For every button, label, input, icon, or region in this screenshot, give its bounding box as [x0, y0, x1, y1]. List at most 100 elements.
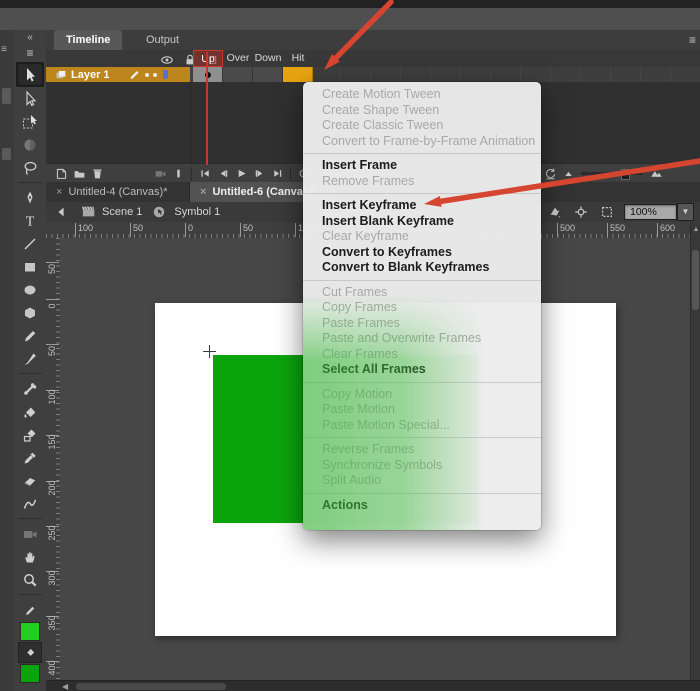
selection-tool[interactable] [16, 62, 44, 87]
lasso-tool[interactable] [17, 156, 43, 179]
menu-item-split-audio[interactable]: Split Audio [303, 473, 541, 489]
go-to-first-frame-button[interactable] [196, 166, 214, 182]
add-camera-button[interactable] [151, 166, 169, 182]
frame-label-up[interactable]: Up [193, 50, 223, 67]
tools-panel-menu-icon[interactable]: ≡ [26, 45, 33, 62]
hand-tool[interactable] [17, 545, 43, 568]
show-hide-all-layers-icon[interactable] [158, 52, 176, 68]
frame-label-down[interactable]: Down [253, 50, 283, 67]
eraser-tool[interactable] [17, 469, 43, 492]
reset-timeline-zoom-button[interactable] [541, 166, 559, 182]
zoom-tool[interactable] [17, 568, 43, 591]
pencil-tool[interactable] [17, 324, 43, 347]
collapsed-panel-icon[interactable] [2, 148, 11, 160]
brush-tool[interactable] [17, 347, 43, 370]
center-stage-button[interactable] [572, 204, 590, 220]
timeline-panel-menu-icon[interactable]: ≡ [689, 33, 696, 47]
play-button[interactable] [232, 166, 250, 182]
polystar-tool[interactable] [17, 301, 43, 324]
delete-layer-button[interactable] [88, 166, 106, 182]
layer-lock-dot[interactable] [153, 73, 157, 77]
go-to-last-frame-button[interactable] [268, 166, 286, 182]
vertical-scrollbar-thumb[interactable] [692, 250, 699, 310]
step-forward-button[interactable] [250, 166, 268, 182]
scroll-left-icon[interactable]: ◀ [62, 681, 68, 691]
gradient-transform-tool[interactable] [17, 133, 43, 156]
stroke-color-tool[interactable] [17, 598, 43, 621]
playhead-line[interactable] [206, 52, 208, 165]
insert-frame-marker-icon[interactable] [169, 166, 187, 182]
frame-cell-down[interactable] [253, 67, 283, 82]
oval-tool[interactable] [17, 278, 43, 301]
zoom-out-frames-icon[interactable] [559, 166, 577, 182]
horizontal-scrollbar-thumb[interactable] [76, 683, 226, 690]
zoom-level-dropdown-button[interactable]: ▼ [677, 203, 694, 221]
symbol-breadcrumb[interactable]: Symbol 1 [174, 206, 220, 218]
menu-item-actions[interactable]: Actions [303, 498, 541, 514]
frame-row[interactable] [190, 67, 700, 82]
paint-bucket-tool[interactable] [17, 400, 43, 423]
pen-tool[interactable] [17, 186, 43, 209]
menu-item-convert-to-keyframes[interactable]: Convert to Keyframes [303, 245, 541, 261]
fill-color-swatch[interactable] [20, 664, 40, 683]
document-tab-untitled-4[interactable]: ×Untitled-4 (Canvas)* [46, 182, 190, 202]
menu-item-insert-frame[interactable]: Insert Frame [303, 158, 541, 174]
layer-outline-color-chip[interactable] [163, 70, 168, 79]
menu-item-paste-motion-special[interactable]: Paste Motion Special... [303, 418, 541, 434]
menu-item-select-all-frames[interactable]: Select All Frames [303, 362, 541, 378]
menu-item-create-shape-tween[interactable]: Create Shape Tween [303, 103, 541, 119]
menu-item-clear-keyframe[interactable]: Clear Keyframe [303, 229, 541, 245]
menu-item-insert-blank-keyframe[interactable]: Insert Blank Keyframe [303, 214, 541, 230]
timeline-zoom-slider-handle[interactable] [621, 169, 630, 180]
timeline-zoom-slider[interactable] [581, 172, 643, 175]
collapsed-panel-icon[interactable] [2, 88, 11, 104]
subselection-tool[interactable] [17, 87, 43, 110]
vertical-scrollbar[interactable]: ▲ [690, 222, 700, 680]
menu-item-paste-frames[interactable]: Paste Frames [303, 316, 541, 332]
menu-item-clear-frames[interactable]: Clear Frames [303, 347, 541, 363]
zoom-in-frames-icon[interactable] [647, 166, 665, 182]
menu-item-convert-to-frame-by-frame-animation[interactable]: Convert to Frame-by-Frame Animation [303, 134, 541, 150]
frame-cell-up[interactable] [193, 67, 223, 82]
horizontal-scrollbar[interactable]: ◀ [46, 680, 700, 691]
menu-item-reverse-frames[interactable]: Reverse Frames [303, 442, 541, 458]
dock-menu-icon[interactable]: ≡ [1, 44, 7, 55]
back-arrow-button[interactable] [52, 204, 70, 220]
fill-color-tool[interactable] [18, 642, 42, 663]
step-back-button[interactable] [214, 166, 232, 182]
tab-timeline[interactable]: Timeline [54, 30, 122, 50]
close-tab-icon[interactable]: × [200, 186, 206, 198]
edit-symbols-button[interactable] [546, 204, 564, 220]
new-layer-button[interactable] [52, 166, 70, 182]
menu-item-synchronize-symbols[interactable]: Synchronize Symbols [303, 458, 541, 474]
new-folder-button[interactable] [70, 166, 88, 182]
scroll-up-icon[interactable]: ▲ [691, 226, 700, 233]
ink-bottle-tool[interactable] [17, 423, 43, 446]
close-tab-icon[interactable]: × [56, 186, 62, 198]
free-transform-tool[interactable] [17, 110, 43, 133]
frame-label-over[interactable]: Over [223, 50, 253, 67]
menu-item-copy-frames[interactable]: Copy Frames [303, 300, 541, 316]
scene-breadcrumb[interactable]: Scene 1 [102, 206, 142, 218]
rectangle-tool[interactable] [17, 255, 43, 278]
layer-visible-dot[interactable] [145, 73, 149, 77]
tab-output[interactable]: Output [134, 30, 191, 50]
menu-item-paste-and-overwrite-frames[interactable]: Paste and Overwrite Frames [303, 331, 541, 347]
width-tool[interactable] [17, 492, 43, 515]
stroke-color-swatch[interactable] [20, 622, 40, 641]
menu-item-remove-frames[interactable]: Remove Frames [303, 174, 541, 190]
clip-content-button[interactable] [598, 204, 616, 220]
frame-cell-hit[interactable] [283, 67, 313, 82]
frame-cell-over[interactable] [223, 67, 253, 82]
frame-label-hit[interactable]: Hit [283, 50, 313, 67]
menu-item-copy-motion[interactable]: Copy Motion [303, 387, 541, 403]
zoom-level-field[interactable]: 100% [624, 204, 677, 220]
menu-item-create-classic-tween[interactable]: Create Classic Tween [303, 118, 541, 134]
text-tool[interactable]: T [17, 209, 43, 232]
layer-label[interactable]: Layer 1 [46, 67, 190, 82]
bone-tool[interactable] [17, 377, 43, 400]
layer-row[interactable]: Layer 1 [46, 67, 700, 82]
eyedropper-tool[interactable] [17, 446, 43, 469]
menu-item-create-motion-tween[interactable]: Create Motion Tween [303, 87, 541, 103]
line-tool[interactable] [17, 232, 43, 255]
